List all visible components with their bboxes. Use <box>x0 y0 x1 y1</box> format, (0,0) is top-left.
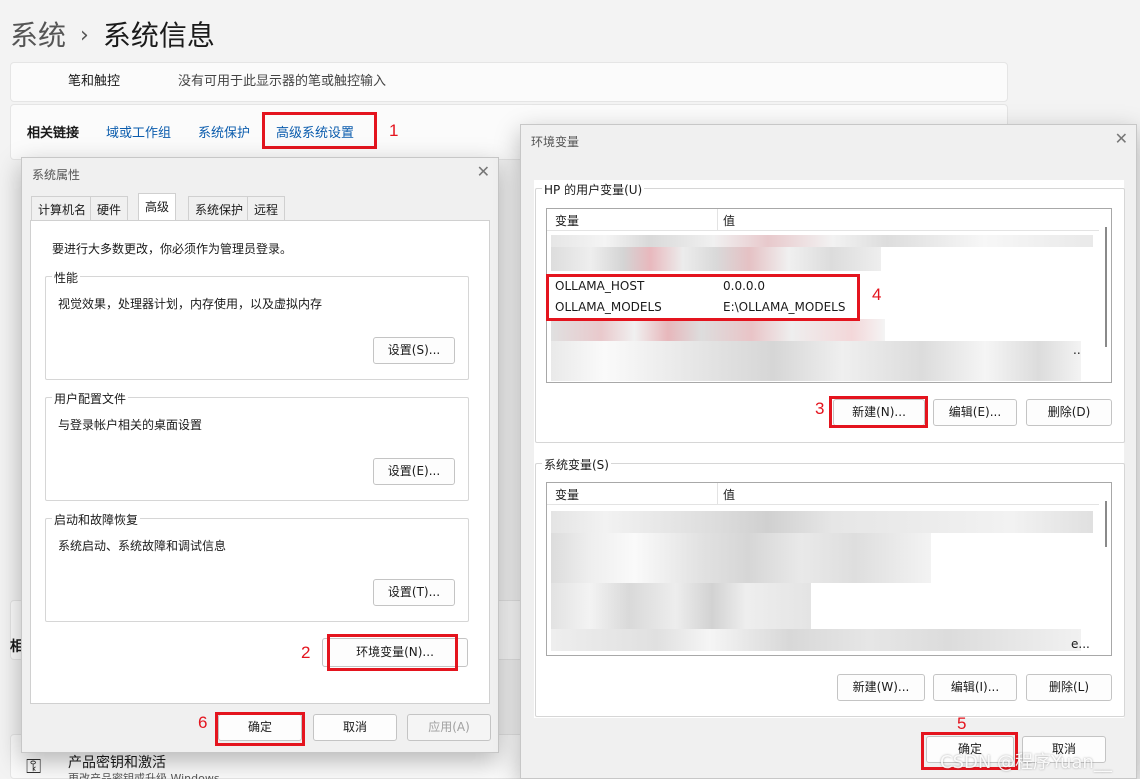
list-header: 变量 值 <box>547 209 1099 231</box>
annotation-box-2 <box>327 634 458 671</box>
user-profile-settings-button[interactable]: 设置(E)... <box>373 458 455 485</box>
truncation-mark: .. <box>1073 343 1081 357</box>
breadcrumb-parent[interactable]: 系统 <box>10 19 66 52</box>
redacted-row <box>551 629 1081 651</box>
column-variable[interactable]: 变量 <box>555 212 579 229</box>
user-profile-group: 用户配置文件 与登录帐户相关的桌面设置 <box>45 390 469 501</box>
annotation-number-3: 3 <box>815 399 825 418</box>
annotation-box-6 <box>215 712 305 746</box>
user-profile-title: 用户配置文件 <box>52 390 129 407</box>
vertical-scrollbar[interactable] <box>1099 209 1111 382</box>
column-value[interactable]: 值 <box>723 212 735 229</box>
annotation-box-3 <box>829 396 928 428</box>
annotation-box-4 <box>546 274 860 321</box>
redacted-row <box>551 235 1093 247</box>
annotation-number-4: 4 <box>872 285 882 304</box>
annotation-number-2: 2 <box>301 643 311 662</box>
list-header: 变量 值 <box>547 483 1099 505</box>
annotation-number-5: 5 <box>957 714 967 733</box>
tab-system-protection[interactable]: 系统保护 <box>188 196 251 220</box>
startup-recovery-group: 启动和故障恢复 系统启动、系统故障和调试信息 <box>45 511 469 622</box>
pen-touch-card <box>10 62 1008 102</box>
tab-remote[interactable]: 远程 <box>247 196 286 220</box>
close-icon[interactable]: ✕ <box>477 162 490 181</box>
env-dialog-title: 环境变量 <box>531 135 580 149</box>
pen-touch-value: 没有可用于此显示器的笔或触控输入 <box>178 74 387 89</box>
product-key-sub: 更改产品密钥或升级 Windows <box>68 772 220 779</box>
admin-note: 要进行大多数更改，你必须作为管理员登录。 <box>52 242 293 256</box>
watermark: CSDN @程序Yuan__ <box>940 752 1112 773</box>
column-variable[interactable]: 变量 <box>555 486 579 503</box>
pen-touch-label: 笔和触控 <box>68 74 121 89</box>
apply-button[interactable]: 应用(A) <box>407 714 491 741</box>
tab-hardware[interactable]: 硬件 <box>90 196 129 220</box>
product-key-title: 产品密钥和激活 <box>68 755 166 771</box>
startup-recovery-settings-button[interactable]: 设置(T)... <box>373 579 455 606</box>
breadcrumb: 系统 › 系统信息 <box>10 14 215 54</box>
performance-desc: 视觉效果，处理器计划，内存使用，以及虚拟内存 <box>58 297 323 311</box>
link-domain-workgroup[interactable]: 域或工作组 <box>106 122 171 141</box>
tab-computer-name[interactable]: 计算机名 <box>31 196 94 220</box>
system-delete-button[interactable]: 删除(L) <box>1026 674 1112 701</box>
redacted-row <box>551 511 1093 533</box>
system-variables-list: 变量 值 e... <box>546 482 1112 656</box>
system-variables-title: 系统变量(S) <box>542 456 611 473</box>
redacted-row <box>551 583 811 629</box>
startup-recovery-desc: 系统启动、系统故障和调试信息 <box>58 539 227 553</box>
vertical-scrollbar[interactable] <box>1099 483 1111 655</box>
startup-recovery-title: 启动和故障恢复 <box>52 511 141 528</box>
cancel-button[interactable]: 取消 <box>313 714 397 741</box>
user-delete-button[interactable]: 删除(D) <box>1026 399 1112 426</box>
redacted-row <box>551 341 1081 381</box>
truncation-mark: e... <box>1071 637 1090 651</box>
annotation-number-6: 6 <box>198 713 208 732</box>
performance-title: 性能 <box>52 269 81 286</box>
related-links-title: 相关链接 <box>27 126 80 141</box>
column-value[interactable]: 值 <box>723 486 735 503</box>
user-variables-title: HP 的用户变量(U) <box>542 181 645 198</box>
performance-settings-button[interactable]: 设置(S)... <box>373 337 455 364</box>
close-icon[interactable]: ✕ <box>1115 129 1128 148</box>
redacted-row <box>551 319 885 341</box>
performance-group: 性能 视觉效果，处理器计划，内存使用，以及虚拟内存 <box>45 269 469 380</box>
key-icon: ⚿ <box>26 754 42 778</box>
redacted-row <box>551 533 931 583</box>
tab-advanced[interactable]: 高级 <box>138 193 177 221</box>
link-system-protection[interactable]: 系统保护 <box>198 122 250 141</box>
system-new-button[interactable]: 新建(W)... <box>837 674 925 701</box>
user-profile-desc: 与登录帐户相关的桌面设置 <box>58 418 203 432</box>
annotation-box-1 <box>262 112 377 149</box>
user-edit-button[interactable]: 编辑(E)... <box>933 399 1017 426</box>
chevron-right-icon: › <box>80 23 89 48</box>
system-edit-button[interactable]: 编辑(I)... <box>933 674 1017 701</box>
dialog-title: 系统属性 <box>32 168 81 182</box>
annotation-number-1: 1 <box>389 121 399 140</box>
page-title: 系统信息 <box>102 19 215 52</box>
redacted-row <box>551 247 881 271</box>
